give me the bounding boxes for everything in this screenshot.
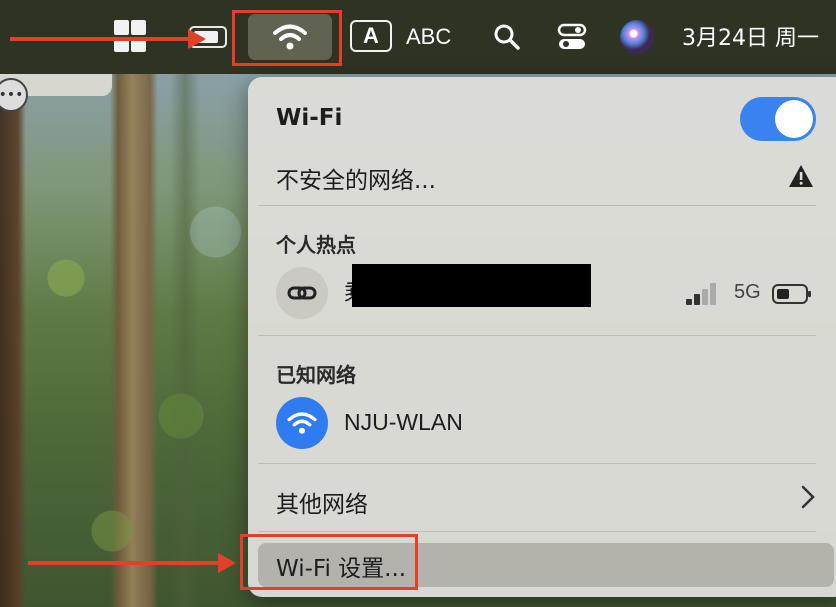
annotation-arrow-wifi (10, 29, 206, 49)
wifi-dropdown-menu: Wi-Fi 不安全的网络... 个人热点 乘 5G 已知网络 NJU-WLAN … (248, 77, 836, 597)
cellular-signal-icon (686, 283, 722, 305)
annotation-box-wifi (232, 10, 342, 66)
insecure-network-item[interactable]: 不安全的网络... (276, 161, 436, 195)
search-icon[interactable] (490, 20, 524, 54)
separator (258, 463, 816, 464)
input-method-indicator[interactable]: A (350, 20, 392, 52)
known-network-item[interactable]: NJU-WLAN (344, 409, 463, 436)
input-source-label[interactable]: ABC (406, 20, 451, 54)
separator (258, 205, 816, 206)
known-wifi-icon (276, 397, 328, 449)
window-grid-icon[interactable] (112, 18, 148, 54)
other-networks-item[interactable]: 其他网络 (276, 485, 368, 519)
hotspot-section-header: 个人热点 (276, 233, 356, 257)
separator (258, 531, 816, 532)
control-center-icon[interactable] (555, 20, 589, 54)
siri-icon[interactable] (620, 20, 654, 54)
wallpaper-foliage (20, 140, 250, 600)
annotation-arrow-settings (28, 553, 236, 573)
menubar-clock[interactable]: 3月24日 周一 (682, 18, 819, 54)
hotspot-band: 5G (734, 281, 761, 303)
hotspot-link-icon (276, 267, 328, 319)
wifi-menu-title: Wi-Fi (276, 105, 343, 131)
chevron-right-icon (801, 485, 815, 509)
hotspot-battery-icon (772, 284, 811, 304)
warning-icon (789, 165, 813, 187)
annotation-box-settings (240, 534, 418, 590)
redacted-hotspot-name (352, 264, 591, 307)
known-networks-header: 已知网络 (276, 363, 356, 387)
wifi-toggle[interactable] (740, 97, 816, 141)
separator (258, 335, 816, 336)
